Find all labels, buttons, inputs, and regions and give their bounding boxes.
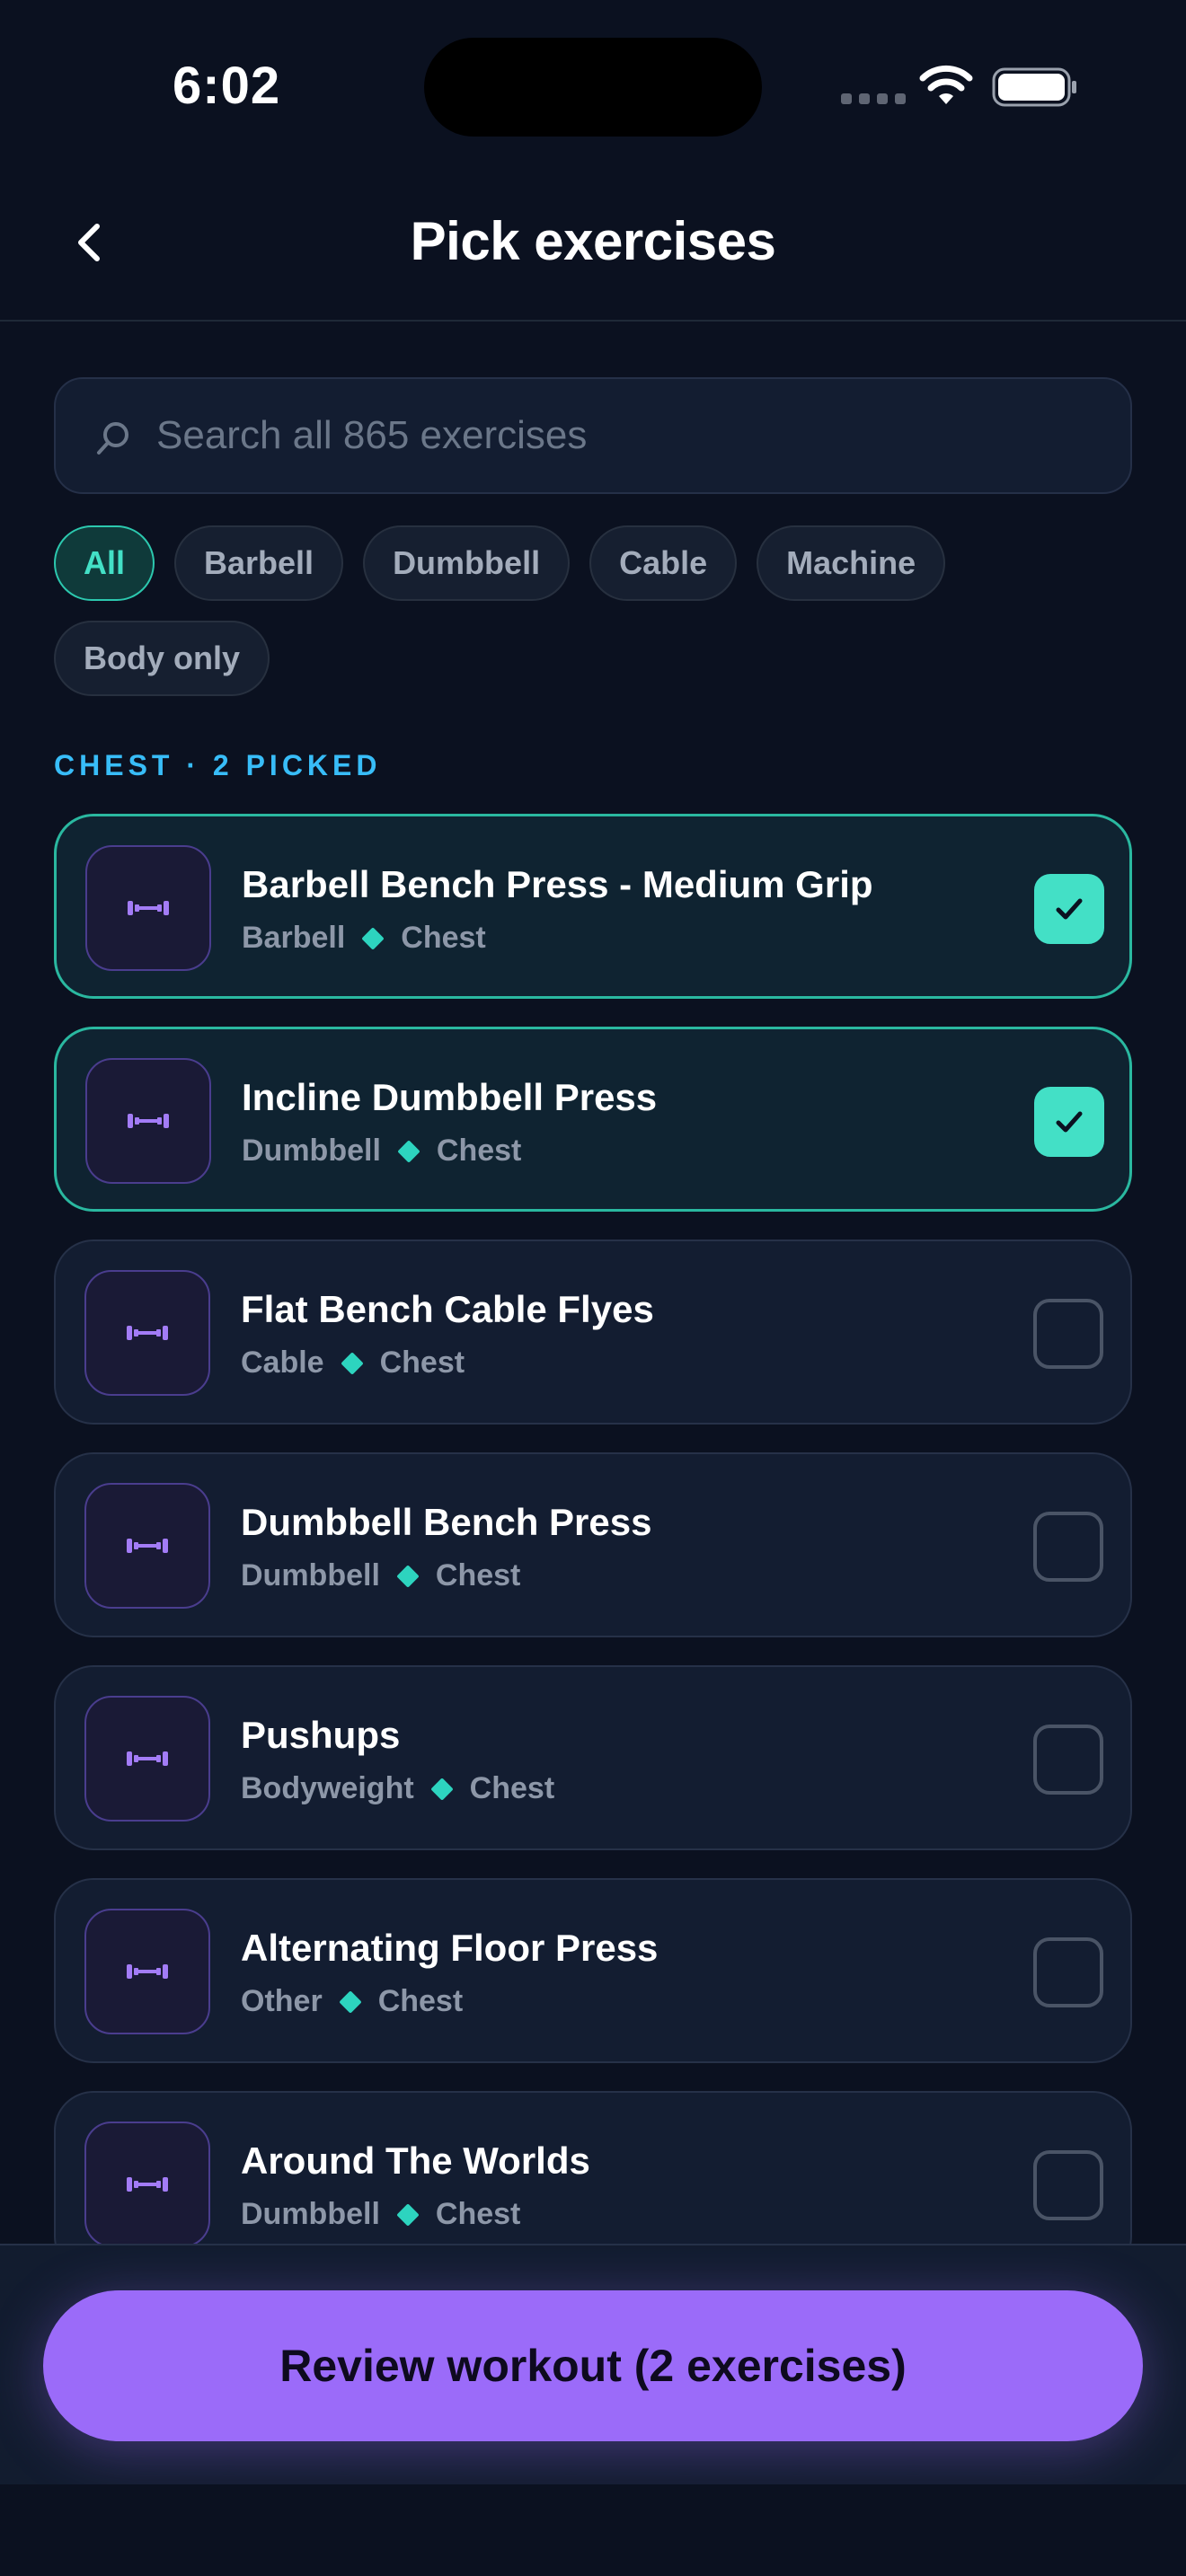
exercise-thumbnail xyxy=(84,1270,210,1396)
filter-chip-all[interactable]: All xyxy=(54,525,155,601)
exercise-card[interactable]: Barbell Bench Press - Medium Grip Barbel… xyxy=(54,814,1132,999)
filter-chip-cable[interactable]: Cable xyxy=(589,525,738,601)
exercise-equipment: Dumbbell xyxy=(241,2197,380,2231)
page-title: Pick exercises xyxy=(410,211,776,271)
dumbbell-icon xyxy=(128,1114,169,1128)
filter-chip-barbell[interactable]: Barbell xyxy=(174,525,344,601)
exercise-meta: Bodyweight Chest xyxy=(241,1771,554,1806)
filter-chip-machine[interactable]: Machine xyxy=(757,525,946,601)
diamond-icon xyxy=(429,1777,454,1801)
exercise-checkbox[interactable] xyxy=(1034,874,1104,944)
exercise-card[interactable]: Alternating Floor Press Other Chest xyxy=(54,1878,1132,2063)
cellular-signal-icon xyxy=(841,93,906,104)
exercise-meta: Dumbbell Chest xyxy=(241,1558,520,1593)
exercise-card[interactable]: Flat Bench Cable Flyes Cable Chest xyxy=(54,1239,1132,1425)
dumbbell-icon xyxy=(127,1326,168,1340)
exercise-meta: Dumbbell Chest xyxy=(242,1134,521,1169)
exercise-thumbnail xyxy=(84,1483,210,1609)
exercise-equipment: Other xyxy=(241,1984,323,2018)
checkmark-icon xyxy=(1056,1111,1083,1133)
home-indicator-area xyxy=(0,2484,1186,2576)
exercise-checkbox[interactable] xyxy=(1034,1087,1104,1157)
exercise-card[interactable]: Pushups Bodyweight Chest xyxy=(54,1665,1132,1850)
exercise-equipment: Barbell xyxy=(242,921,346,955)
exercise-equipment: Dumbbell xyxy=(241,1558,380,1592)
filter-chips: All Barbell Dumbbell Cable Machine Body … xyxy=(54,525,1132,696)
exercise-equipment: Bodyweight xyxy=(241,1771,414,1805)
screen: 6:02 Pick exercises All Barb xyxy=(0,0,1186,2576)
exercise-equipment: Cable xyxy=(241,1345,324,1380)
section-label: CHEST · 2 PICKED xyxy=(54,749,382,781)
dumbbell-icon xyxy=(127,1751,168,1766)
exercise-muscle: Chest xyxy=(401,921,486,955)
diamond-icon xyxy=(361,926,385,950)
exercise-meta: Cable Chest xyxy=(241,1345,465,1381)
exercise-checkbox[interactable] xyxy=(1033,1725,1103,1795)
diamond-icon xyxy=(396,1564,420,1588)
exercise-name: Barbell Bench Press - Medium Grip xyxy=(242,863,873,905)
nav-header: Pick exercises xyxy=(0,180,1186,322)
exercise-equipment: Dumbbell xyxy=(242,1134,381,1168)
search-input[interactable] xyxy=(156,379,1109,492)
exercise-checkbox[interactable] xyxy=(1033,1512,1103,1582)
exercise-checkbox[interactable] xyxy=(1033,1299,1103,1369)
dumbbell-icon xyxy=(127,2177,168,2192)
exercise-muscle: Chest xyxy=(435,1558,521,1592)
exercise-name: Alternating Floor Press xyxy=(241,1927,659,1969)
exercise-muscle: Chest xyxy=(379,1345,465,1380)
exercise-list[interactable]: Barbell Bench Press - Medium Grip Barbel… xyxy=(54,814,1132,2244)
wifi-icon xyxy=(919,65,973,104)
exercise-muscle: Chest xyxy=(435,2197,521,2231)
status-bar: 6:02 xyxy=(0,0,1186,171)
exercise-thumbnail xyxy=(85,845,211,971)
exercise-name: Incline Dumbbell Press xyxy=(242,1076,658,1118)
exercise-thumbnail xyxy=(84,1696,210,1822)
exercise-name: Dumbbell Bench Press xyxy=(241,1501,652,1543)
exercise-checkbox[interactable] xyxy=(1033,2150,1103,2220)
dumbbell-icon xyxy=(128,901,169,915)
battery-icon xyxy=(992,67,1076,107)
diamond-icon xyxy=(396,2202,420,2227)
exercise-thumbnail xyxy=(84,1909,210,2034)
filter-chip-body-only[interactable]: Body only xyxy=(54,621,270,696)
exercise-muscle: Chest xyxy=(377,1984,464,2018)
exercise-checkbox[interactable] xyxy=(1033,1937,1103,2007)
exercise-card[interactable]: Around The Worlds Dumbbell Chest xyxy=(54,2091,1132,2244)
status-time: 6:02 xyxy=(173,57,281,115)
dumbbell-icon xyxy=(127,1964,168,1979)
filter-chip-dumbbell[interactable]: Dumbbell xyxy=(363,525,571,601)
diamond-icon xyxy=(338,1989,362,2014)
exercise-meta: Other Chest xyxy=(241,1984,463,2019)
exercise-card[interactable]: Incline Dumbbell Press Dumbbell Chest xyxy=(54,1027,1132,1212)
dynamic-island xyxy=(424,38,762,137)
diamond-icon xyxy=(340,1351,364,1375)
exercise-thumbnail xyxy=(85,1058,211,1184)
search-icon xyxy=(97,422,128,454)
exercise-thumbnail xyxy=(84,2122,210,2244)
review-workout-button[interactable]: Review workout (2 exercises) xyxy=(43,2290,1143,2441)
exercise-name: Around The Worlds xyxy=(241,2139,590,2182)
dumbbell-icon xyxy=(127,1539,168,1553)
search-box[interactable] xyxy=(54,377,1132,494)
exercise-meta: Dumbbell Chest xyxy=(241,2197,520,2232)
exercise-card[interactable]: Dumbbell Bench Press Dumbbell Chest xyxy=(54,1452,1132,1637)
checkmark-icon xyxy=(1056,898,1083,920)
exercise-name: Pushups xyxy=(241,1714,401,1756)
exercise-muscle: Chest xyxy=(469,1771,555,1805)
bottom-action-bar: Review workout (2 exercises) xyxy=(0,2244,1186,2484)
diamond-icon xyxy=(397,1139,420,1163)
exercise-meta: Barbell Chest xyxy=(242,921,486,956)
exercise-muscle: Chest xyxy=(436,1134,522,1168)
exercise-name: Flat Bench Cable Flyes xyxy=(241,1288,654,1330)
